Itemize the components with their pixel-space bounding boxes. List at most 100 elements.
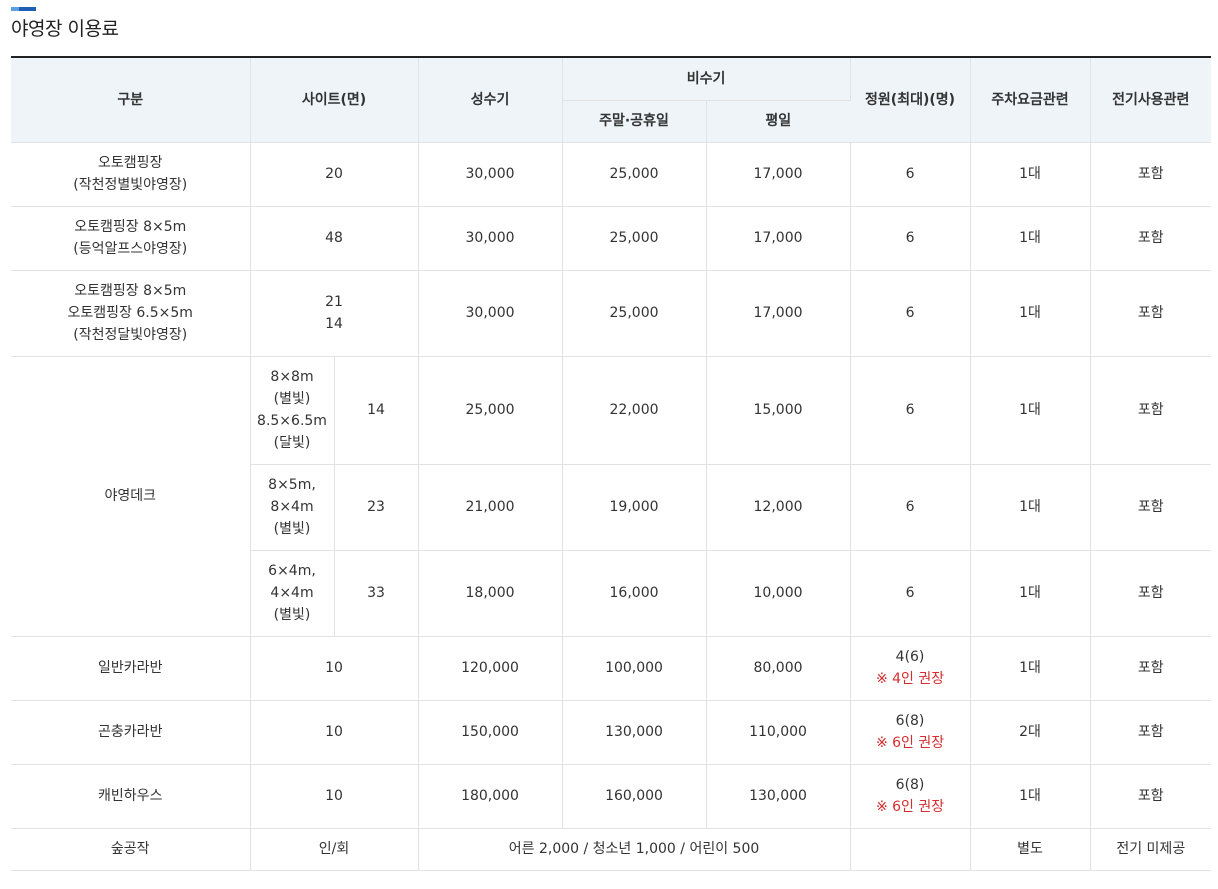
- parking-cell: 1대: [970, 636, 1091, 701]
- electric-cell: 포함: [1090, 764, 1212, 829]
- weekday-cell: 17,000: [706, 142, 851, 207]
- deck-size-cell: 8×8m (별빛) 8.5×6.5m (달빛): [250, 356, 335, 465]
- header-parking: 주차요금관련: [970, 56, 1091, 143]
- peak-cell: 21,000: [418, 464, 563, 551]
- capacity-value: 6(8): [895, 777, 925, 793]
- electric-cell: 포함: [1090, 142, 1212, 207]
- parking-cell: 2대: [970, 700, 1091, 765]
- deck-count-cell: 14: [334, 356, 419, 465]
- category-cell-deck: 야영데크: [11, 356, 251, 637]
- site-cell: 10: [250, 700, 419, 765]
- title-accent-bar: [11, 7, 36, 11]
- weekday-cell: 17,000: [706, 206, 851, 271]
- weekend-cell: 25,000: [562, 206, 707, 271]
- weekend-cell: 130,000: [562, 700, 707, 765]
- capacity-note: ※ 6인 권장: [875, 799, 945, 815]
- capacity-note: ※ 6인 권장: [875, 735, 945, 751]
- electric-cell: 포함: [1090, 464, 1212, 551]
- table-row: 숲공작 인/회 어른 2,000 / 청소년 1,000 / 어린이 500 별…: [11, 828, 1212, 871]
- header-electric: 전기사용관련: [1090, 56, 1212, 143]
- peak-cell: 25,000: [418, 356, 563, 465]
- header-category: 구분: [11, 56, 251, 143]
- table-row: 일반카라반 10 120,000 100,000 80,000 4(6) ※ 4인…: [11, 636, 1212, 701]
- table-row: 오토캠핑장 8×5m 오토캠핑장 6.5×5m (작천정달빛야영장) 21 14 30…: [11, 270, 1212, 357]
- deck-size-cell: 8×5m, 8×4m (별빛): [250, 464, 335, 551]
- peak-cell: 30,000: [418, 206, 563, 271]
- weekend-cell: 25,000: [562, 142, 707, 207]
- header-capacity: 정원(최대)(명): [850, 56, 971, 143]
- parking-cell: 1대: [970, 270, 1091, 357]
- category-cell: 숲공작: [11, 828, 251, 871]
- electric-cell: 포함: [1090, 700, 1212, 765]
- electric-cell: 포함: [1090, 270, 1212, 357]
- peak-cell: 18,000: [418, 550, 563, 637]
- fee-table: 구분 사이트(면) 성수기 비수기 정원(최대)(명) 주차요금관련 전기사용관…: [11, 56, 1212, 871]
- parking-cell: 1대: [970, 142, 1091, 207]
- peak-cell: 120,000: [418, 636, 563, 701]
- weekend-cell: 22,000: [562, 356, 707, 465]
- capacity-cell: 6: [850, 206, 971, 271]
- category-cell: 오토캠핑장 8×5m (등억알프스야영장): [11, 206, 251, 271]
- site-cell: 20: [250, 142, 419, 207]
- category-cell: 일반카라반: [11, 636, 251, 701]
- capacity-cell: 6: [850, 550, 971, 637]
- category-cell: 오토캠핑장 8×5m 오토캠핑장 6.5×5m (작천정달빛야영장): [11, 270, 251, 357]
- weekday-cell: 130,000: [706, 764, 851, 829]
- site-cell: 21 14: [250, 270, 419, 357]
- capacity-cell: 6(8) ※ 6인 권장: [850, 700, 971, 765]
- header-peak: 성수기: [418, 56, 563, 143]
- capacity-value: 6(8): [895, 713, 925, 729]
- electric-cell: 포함: [1090, 636, 1212, 701]
- electric-cell: 포함: [1090, 356, 1212, 465]
- weekday-cell: 15,000: [706, 356, 851, 465]
- category-cell: 캐빈하우스: [11, 764, 251, 829]
- capacity-cell: 4(6) ※ 4인 권장: [850, 636, 971, 701]
- parking-cell: 1대: [970, 464, 1091, 551]
- weekday-cell: 80,000: [706, 636, 851, 701]
- deck-count-cell: 23: [334, 464, 419, 551]
- weekend-cell: 100,000: [562, 636, 707, 701]
- capacity-cell: [850, 828, 971, 871]
- page-title: 야영장 이용료: [11, 18, 119, 40]
- site-cell: 10: [250, 764, 419, 829]
- category-cell: 오토캠핑장 (작천정별빛야영장): [11, 142, 251, 207]
- parking-cell: 1대: [970, 550, 1091, 637]
- parking-cell: 1대: [970, 356, 1091, 465]
- weekend-cell: 19,000: [562, 464, 707, 551]
- electric-cell: 포함: [1090, 550, 1212, 637]
- weekday-cell: 17,000: [706, 270, 851, 357]
- weekday-cell: 10,000: [706, 550, 851, 637]
- capacity-cell: 6(8) ※ 6인 권장: [850, 764, 971, 829]
- site-cell: 10: [250, 636, 419, 701]
- table-row: 오토캠핑장 8×5m (등억알프스야영장) 48 30,000 25,000 17…: [11, 206, 1212, 271]
- electric-cell: 포함: [1090, 206, 1212, 271]
- peak-cell: 30,000: [418, 142, 563, 207]
- parking-cell: 별도: [970, 828, 1091, 871]
- header-weekend: 주말·공휴일: [562, 100, 707, 143]
- site-cell: 인/회: [250, 828, 419, 871]
- capacity-note: ※ 4인 권장: [875, 671, 945, 687]
- deck-size-cell: 6×4m, 4×4m (별빛): [250, 550, 335, 637]
- site-cell: 48: [250, 206, 419, 271]
- parking-cell: 1대: [970, 764, 1091, 829]
- table-row: 곤충카라반 10 150,000 130,000 110,000 6(8) ※ 6…: [11, 700, 1212, 765]
- weekend-cell: 160,000: [562, 764, 707, 829]
- deck-count-cell: 33: [334, 550, 419, 637]
- peak-cell: 180,000: [418, 764, 563, 829]
- weekend-cell: 16,000: [562, 550, 707, 637]
- capacity-cell: 6: [850, 356, 971, 465]
- header-site: 사이트(면): [250, 56, 419, 143]
- header-weekday: 평일: [706, 100, 851, 143]
- capacity-cell: 6: [850, 464, 971, 551]
- weekday-cell: 12,000: [706, 464, 851, 551]
- peak-cell: 150,000: [418, 700, 563, 765]
- category-cell: 곤충카라반: [11, 700, 251, 765]
- capacity-value: 4(6): [895, 649, 925, 665]
- fee-cell: 어른 2,000 / 청소년 1,000 / 어린이 500: [418, 828, 851, 871]
- electric-cell: 전기 미제공: [1090, 828, 1212, 871]
- weekday-cell: 110,000: [706, 700, 851, 765]
- capacity-cell: 6: [850, 270, 971, 357]
- peak-cell: 30,000: [418, 270, 563, 357]
- table-row: 야영데크 8×8m (별빛) 8.5×6.5m (달빛) 14 25,000 22,0…: [11, 356, 1212, 637]
- parking-cell: 1대: [970, 206, 1091, 271]
